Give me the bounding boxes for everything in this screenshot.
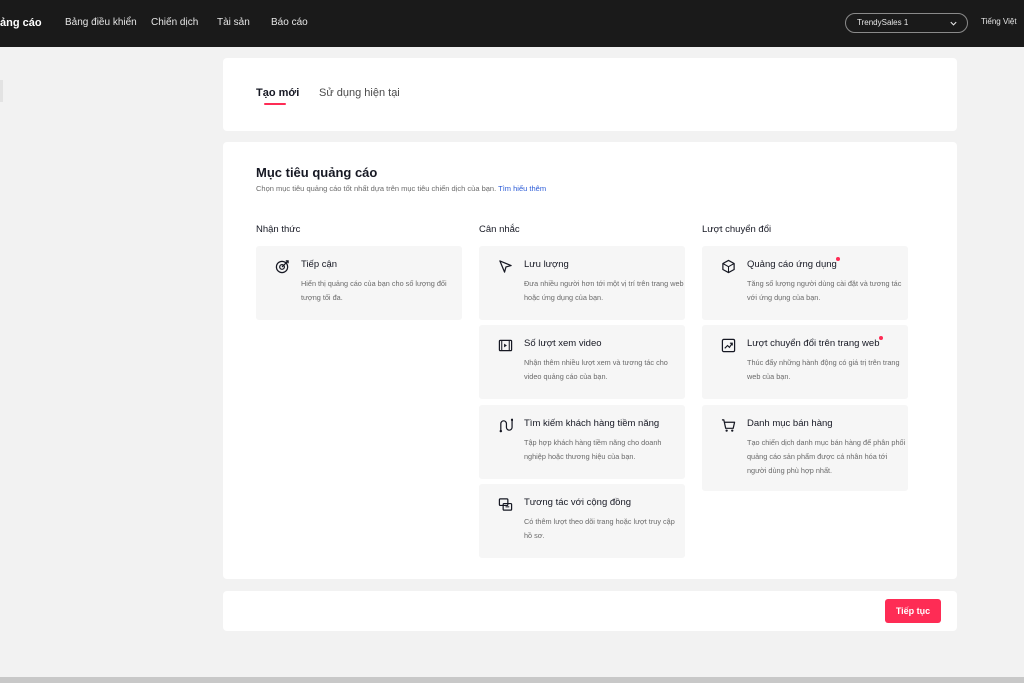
advertising-objective-panel: Mục tiêu quảng cáo Chọn mục tiêu quảng c… (223, 142, 957, 579)
learn-more-link[interactable]: Tìm hiểu thêm (498, 184, 546, 193)
section-description-text: Chọn mục tiêu quảng cáo tốt nhất dựa trê… (256, 184, 497, 193)
objective-title: Lưu lượng (524, 259, 569, 270)
objective-description: Nhận thêm nhiều lượt xem và tương tác ch… (524, 358, 668, 381)
lead-icon (499, 418, 513, 433)
objective-description: Có thêm lượt theo dõi trang hoặc lượt tr… (524, 517, 675, 540)
objective-description: Tăng số lượng người dùng cài đặt và tươn… (747, 279, 902, 302)
sidebar-edge (0, 80, 3, 102)
tab-use-existing[interactable]: Sử dụng hiện tại (319, 87, 400, 99)
account-selector[interactable]: TrendySales 1 (845, 13, 968, 33)
required-dot-icon (836, 257, 840, 261)
objective-title: Tương tác với cộng đồng (524, 497, 632, 508)
objective-title: Tiếp cận (301, 259, 338, 270)
bottom-edge (0, 677, 1024, 683)
language-selector[interactable]: Tiếng Việt (981, 17, 1017, 26)
cart-icon (721, 419, 736, 432)
objective-title: Danh mục bán hàng (747, 418, 833, 429)
trend-chart-icon (721, 338, 736, 353)
objective-video-views[interactable]: Số lượt xem video Nhận thêm nhiều lượt x… (479, 325, 685, 399)
objective-app-promotion[interactable]: Quảng cáo ứng dụng Tăng số lượng người d… (702, 246, 908, 320)
creation-mode-tabs: Tạo mới Sử dụng hiện tại (223, 58, 957, 131)
cursor-icon (499, 260, 512, 273)
section-description: Chọn mục tiêu quảng cáo tốt nhất dựa trê… (256, 184, 546, 193)
objective-description: Tập hợp khách hàng tiềm năng cho doanh n… (524, 438, 662, 461)
column-heading-consideration: Cân nhắc (479, 224, 520, 235)
objective-title: Tìm kiếm khách hàng tiềm năng (524, 418, 660, 429)
objective-description: Thúc đẩy những hành động có giá trị trên… (747, 358, 900, 381)
app-title: ảng cáo (0, 17, 42, 29)
video-icon (498, 339, 513, 352)
objective-website-conversions[interactable]: Lượt chuyển đổi trên trang web Thúc đẩy … (702, 325, 908, 399)
chevron-down-icon (950, 21, 957, 26)
objective-community-interaction[interactable]: Tương tác với cộng đồng Có thêm lượt the… (479, 484, 685, 558)
target-icon (275, 260, 289, 274)
objective-title: Số lượt xem video (524, 338, 602, 349)
objective-traffic[interactable]: Lưu lượng Đưa nhiều người hơn tới một vị… (479, 246, 685, 320)
continue-button[interactable]: Tiếp tục (885, 599, 941, 623)
nav-reports[interactable]: Báo cáo (271, 17, 308, 28)
active-tab-indicator (264, 103, 286, 105)
objective-catalog-sales[interactable]: Danh mục bán hàng Tạo chiến dịch danh mụ… (702, 405, 908, 491)
top-navigation-bar: ảng cáo Bảng điều khiển Chiến dịch Tài s… (0, 0, 1024, 47)
nav-assets[interactable]: Tài sản (217, 17, 250, 28)
account-name: TrendySales 1 (857, 18, 909, 27)
footer-bar: Tiếp tục (223, 591, 957, 631)
community-icon (498, 498, 513, 511)
section-title: Mục tiêu quảng cáo (256, 165, 378, 180)
objective-lead-generation[interactable]: Tìm kiếm khách hàng tiềm năng Tập hợp kh… (479, 405, 685, 479)
column-heading-conversion: Lượt chuyển đổi (702, 224, 772, 235)
app-cube-icon (722, 259, 735, 274)
nav-dashboard[interactable]: Bảng điều khiển (65, 17, 137, 28)
required-dot-icon (879, 336, 883, 340)
column-heading-awareness: Nhận thức (256, 224, 301, 235)
objective-description: Tạo chiến dịch danh mục bán hàng để phân… (747, 438, 906, 475)
objective-title: Quảng cáo ứng dụng (747, 259, 837, 270)
objective-reach[interactable]: Tiếp cận Hiển thị quảng cáo của bạn cho … (256, 246, 462, 320)
objective-title: Lượt chuyển đổi trên trang web (747, 338, 880, 349)
tab-create-new[interactable]: Tạo mới (256, 87, 299, 99)
objective-description: Đưa nhiều người hơn tới một vị trí trên … (524, 279, 684, 302)
objective-description: Hiển thị quảng cáo của bạn cho số lượng … (301, 279, 447, 302)
nav-campaigns[interactable]: Chiến dịch (151, 17, 198, 28)
